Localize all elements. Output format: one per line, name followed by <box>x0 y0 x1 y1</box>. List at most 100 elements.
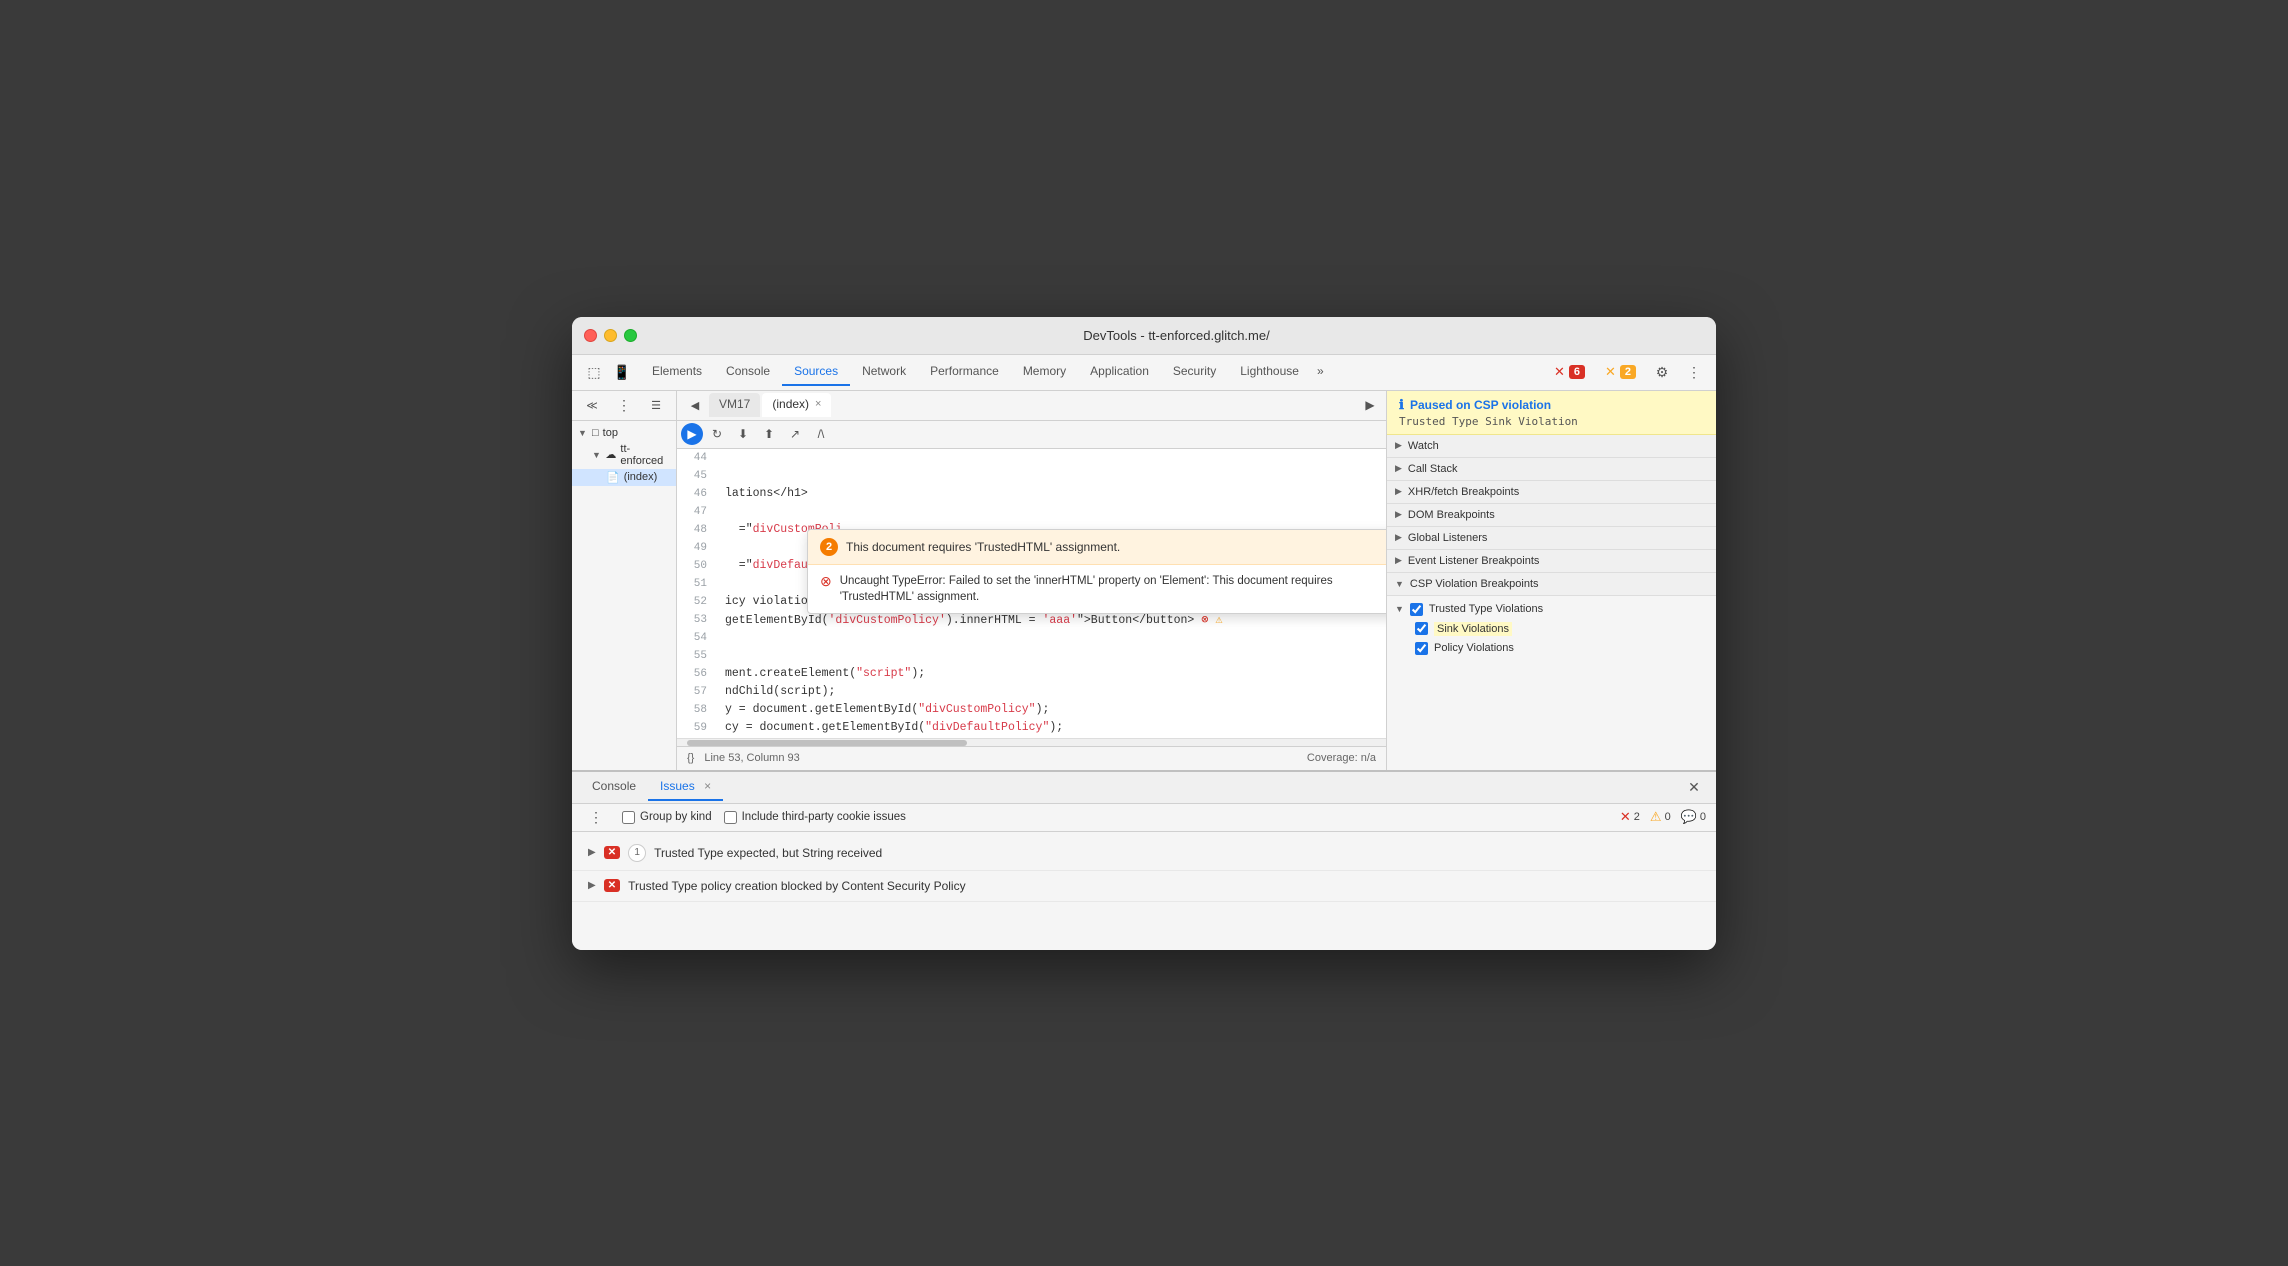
file-tree: ▼ □ top ▼ ☁ tt-enforced 📄 (index) <box>572 421 676 770</box>
code-line-59: cy = document.getElementById("divDefault… <box>717 719 1386 737</box>
tooltip-num: 2 <box>820 538 838 556</box>
tt-checkbox[interactable] <box>1410 603 1423 616</box>
step-btn[interactable]: ↗ <box>783 422 807 446</box>
tab-performance[interactable]: Performance <box>918 358 1011 386</box>
section-dom[interactable]: ▶ DOM Breakpoints <box>1387 504 1716 527</box>
format-button[interactable]: {} <box>687 752 694 764</box>
issue-item-0[interactable]: ▶ ✕ 1 Trusted Type expected, but String … <box>572 836 1716 871</box>
panel-settings-icon[interactable]: ⋮ <box>610 391 638 419</box>
watch-arrow-icon: ▶ <box>1395 440 1402 451</box>
line-num-58: 58 <box>677 701 717 719</box>
code-line-45 <box>717 467 1386 485</box>
titlebar: DevTools - tt-enforced.glitch.me/ <box>572 317 1716 355</box>
editor-tab-index[interactable]: (index) × <box>762 393 831 417</box>
third-party-label[interactable]: Include third-party cookie issues <box>724 811 906 824</box>
bottom-more-icon[interactable]: ⋮ <box>582 803 610 831</box>
section-event[interactable]: ▶ Event Listener Breakpoints <box>1387 550 1716 573</box>
tree-item-index[interactable]: 📄 (index) <box>572 469 676 486</box>
play-frame-icon[interactable]: ▶ <box>1358 393 1382 417</box>
horizontal-scrollbar[interactable] <box>677 738 1386 746</box>
section-callstack[interactable]: ▶ Call Stack <box>1387 458 1716 481</box>
tab-lighthouse[interactable]: Lighthouse <box>1228 358 1311 386</box>
back-panel-icon[interactable]: ◀ <box>681 391 709 419</box>
group-by-kind-text: Group by kind <box>640 811 712 823</box>
cursor-position: Line 53, Column 93 <box>704 752 799 764</box>
tab-application[interactable]: Application <box>1078 358 1161 386</box>
maximize-button[interactable] <box>624 329 637 342</box>
tree-item-top[interactable]: ▼ □ top <box>572 425 676 441</box>
more-options-icon[interactable]: ⋮ <box>1680 358 1708 386</box>
bottom-tab-console[interactable]: Console <box>580 773 648 801</box>
section-global[interactable]: ▶ Global Listeners <box>1387 527 1716 550</box>
editor-toolbar: ▶ ↻ ⬇ ⬆ ↗ /\ <box>677 421 1386 449</box>
settings-icon[interactable]: ⚙ <box>1648 358 1676 386</box>
tree-label-top: top <box>603 427 618 439</box>
line-num-44: 44 <box>677 449 717 467</box>
bottom-tabs-bar: Console Issues × ✕ <box>572 772 1716 804</box>
close-tab-icon[interactable]: × <box>815 398 821 410</box>
error-icon: ✕ <box>1554 364 1565 380</box>
device-icon[interactable]: 📱 <box>608 358 636 386</box>
line-num-52: 52 <box>677 593 717 611</box>
tab-memory[interactable]: Memory <box>1011 358 1078 386</box>
callstack-arrow-icon: ▶ <box>1395 463 1402 474</box>
info-icon: ℹ <box>1399 397 1404 413</box>
group-by-kind-checkbox[interactable] <box>622 811 635 824</box>
tab-sources[interactable]: Sources <box>782 358 850 386</box>
line-num-53: 53 <box>677 611 717 629</box>
section-callstack-label: Call Stack <box>1408 463 1458 475</box>
more-tabs-button[interactable]: » <box>1311 362 1330 382</box>
filesystem-icon[interactable]: ☰ <box>642 391 670 419</box>
file-icon: 📄 <box>606 471 620 484</box>
resume-btn[interactable]: ▶ <box>681 423 703 445</box>
step-out-btn[interactable]: ⬆ <box>757 422 781 446</box>
line-num-49: 49 <box>677 539 717 557</box>
minimize-button[interactable] <box>604 329 617 342</box>
expand-icon-1: ▶ <box>588 880 596 891</box>
tab-elements[interactable]: Elements <box>640 358 714 386</box>
line-num-47: 47 <box>677 503 717 521</box>
close-issues-tab-icon[interactable]: × <box>704 779 711 793</box>
code-row-44: 44 <box>677 449 1386 467</box>
coverage-label: Coverage: n/a <box>1307 752 1376 764</box>
bottom-tab-issues[interactable]: Issues × <box>648 773 723 801</box>
sink-label: Sink Violations <box>1434 622 1512 636</box>
scrollbar-thumb[interactable] <box>687 740 967 746</box>
warnings-button[interactable]: ✕ 2 <box>1597 361 1644 383</box>
sink-checkbox[interactable] <box>1415 622 1428 635</box>
issue-item-1[interactable]: ▶ ✕ Trusted Type policy creation blocked… <box>572 871 1716 902</box>
editor-tabs-bar: ◀ VM17 (index) × ▶ <box>677 391 1386 421</box>
event-arrow-icon: ▶ <box>1395 555 1402 566</box>
third-party-text: Include third-party cookie issues <box>742 811 906 823</box>
tree-item-site[interactable]: ▼ ☁ tt-enforced <box>572 441 676 469</box>
close-bottom-panel-icon[interactable]: ✕ <box>1680 773 1708 801</box>
tooltip-header-text: This document requires 'TrustedHTML' ass… <box>846 540 1120 554</box>
code-row-46: 46 lations</h1> <box>677 485 1386 503</box>
inspect-icon[interactable]: ⬚ <box>580 358 608 386</box>
step-into-btn[interactable]: ⬇ <box>731 422 755 446</box>
close-button[interactable] <box>584 329 597 342</box>
debugger-panel: ℹ Paused on CSP violation Trusted Type S… <box>1386 391 1716 770</box>
errors-button[interactable]: ✕ 6 <box>1546 361 1593 383</box>
toolbar-right: ✕ 6 ✕ 2 ⚙ ⋮ <box>1546 358 1708 386</box>
bp-item-sink: Sink Violations <box>1395 619 1708 639</box>
code-content[interactable]: 44 45 46 lations</h1> 47 <box>677 449 1386 738</box>
deactivate-btn[interactable]: /\ <box>809 422 833 446</box>
editor-tab-vm17[interactable]: VM17 <box>709 393 760 417</box>
tab-network[interactable]: Network <box>850 358 918 386</box>
group-by-kind-label[interactable]: Group by kind <box>622 811 712 824</box>
file-tree-panel: ≪ ⋮ ☰ ▼ □ top ▼ ☁ tt-enforced 📄 (index) <box>572 391 677 770</box>
collapse-panel-icon[interactable]: ≪ <box>578 391 606 419</box>
section-csp[interactable]: ▼ CSP Violation Breakpoints <box>1387 573 1716 596</box>
section-watch[interactable]: ▶ Watch <box>1387 435 1716 458</box>
step-over-btn[interactable]: ↻ <box>705 422 729 446</box>
section-xhr-label: XHR/fetch Breakpoints <box>1408 486 1519 498</box>
tooltip-body-text: Uncaught TypeError: Failed to set the 'i… <box>840 573 1386 605</box>
section-xhr[interactable]: ▶ XHR/fetch Breakpoints <box>1387 481 1716 504</box>
tab-console[interactable]: Console <box>714 358 782 386</box>
third-party-checkbox[interactable] <box>724 811 737 824</box>
policy-checkbox[interactable] <box>1415 642 1428 655</box>
dom-arrow-icon: ▶ <box>1395 509 1402 520</box>
editor-footer: {} Line 53, Column 93 Coverage: n/a <box>677 746 1386 770</box>
tab-security[interactable]: Security <box>1161 358 1228 386</box>
